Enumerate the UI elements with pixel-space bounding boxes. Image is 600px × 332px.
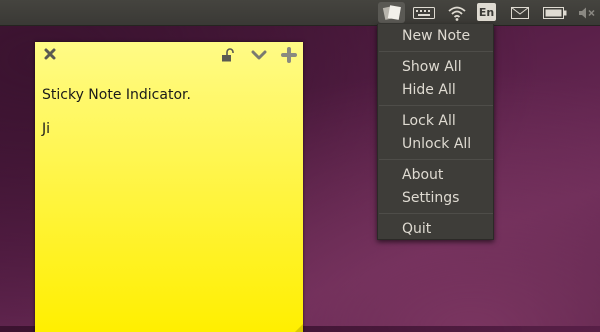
resize-corner[interactable] — [295, 324, 303, 332]
keyboard-icon — [413, 6, 435, 19]
mail-icon — [511, 6, 529, 19]
chevron-down-icon[interactable] — [251, 50, 267, 60]
keyboard-indicator[interactable] — [411, 2, 437, 23]
wifi-icon — [448, 6, 466, 21]
menu-separator — [379, 159, 493, 160]
language-indicator[interactable]: En — [477, 3, 496, 21]
top-panel: En — [0, 0, 600, 26]
plus-icon[interactable] — [281, 47, 297, 63]
volume-indicator[interactable] — [576, 2, 598, 23]
volume-muted-icon — [579, 7, 595, 18]
menu-item-about[interactable]: About — [378, 164, 493, 186]
note-text[interactable]: Sticky Note Indicator. Ji — [42, 87, 292, 138]
sticky-notes-icon — [382, 4, 401, 20]
menu-item-show-all[interactable]: Show All — [378, 56, 493, 78]
menu-separator — [379, 105, 493, 106]
wifi-indicator[interactable] — [446, 2, 468, 23]
battery-indicator[interactable] — [541, 2, 569, 23]
menu-item-hide-all[interactable]: Hide All — [378, 79, 493, 101]
lock-icon[interactable] — [221, 48, 235, 62]
battery-icon — [543, 6, 567, 19]
mail-indicator[interactable] — [509, 2, 531, 23]
menu-item-lock-all[interactable]: Lock All — [378, 110, 493, 132]
sticky-note[interactable]: Sticky Note Indicator. Ji — [35, 42, 303, 332]
menu-item-settings[interactable]: Settings — [378, 187, 493, 209]
close-icon[interactable] — [43, 47, 57, 61]
sticky-notes-indicator[interactable] — [378, 2, 405, 23]
menu-separator — [379, 213, 493, 214]
indicator-menu: New Note Show All Hide All Lock All Unlo… — [377, 24, 494, 240]
menu-item-new-note[interactable]: New Note — [378, 25, 493, 47]
menu-item-unlock-all[interactable]: Unlock All — [378, 133, 493, 155]
menu-separator — [379, 51, 493, 52]
menu-item-quit[interactable]: Quit — [378, 218, 493, 240]
